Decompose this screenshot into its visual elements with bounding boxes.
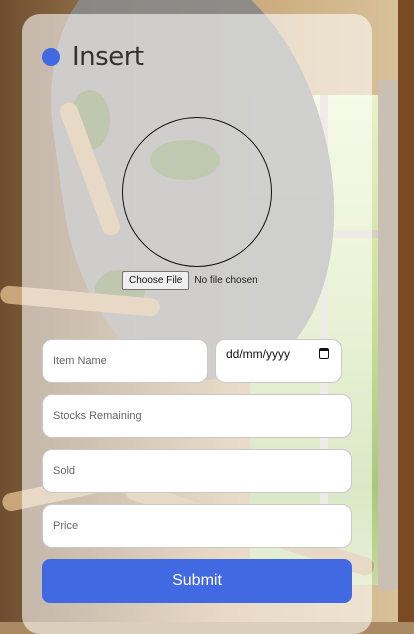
file-status-text: No file chosen — [194, 275, 258, 286]
stocks-placeholder: Stocks Remaining — [53, 410, 142, 422]
date-input[interactable]: dd/mm/yyyy — [215, 339, 342, 383]
image-preview — [122, 117, 272, 267]
stocks-remaining-input[interactable]: Stocks Remaining — [42, 394, 352, 438]
choose-file-button[interactable]: Choose File — [122, 271, 190, 290]
submit-button[interactable]: Submit — [42, 559, 352, 603]
page-title: Insert — [72, 42, 144, 72]
status-dot-icon — [42, 48, 60, 66]
calendar-icon[interactable] — [319, 348, 329, 359]
item-name-placeholder: Item Name — [53, 355, 107, 367]
file-input[interactable]: Choose File No file chosen — [122, 271, 258, 290]
sold-input[interactable]: Sold — [42, 449, 352, 493]
sold-placeholder: Sold — [53, 465, 76, 477]
item-name-input[interactable]: Item Name — [42, 339, 208, 383]
insert-card: Insert Choose File No file chosen Item N… — [22, 14, 372, 634]
price-input[interactable]: Price — [42, 504, 352, 548]
card-header: Insert — [42, 42, 144, 72]
date-value: dd/mm/yyyy — [226, 347, 291, 361]
price-placeholder: Price — [53, 520, 79, 532]
